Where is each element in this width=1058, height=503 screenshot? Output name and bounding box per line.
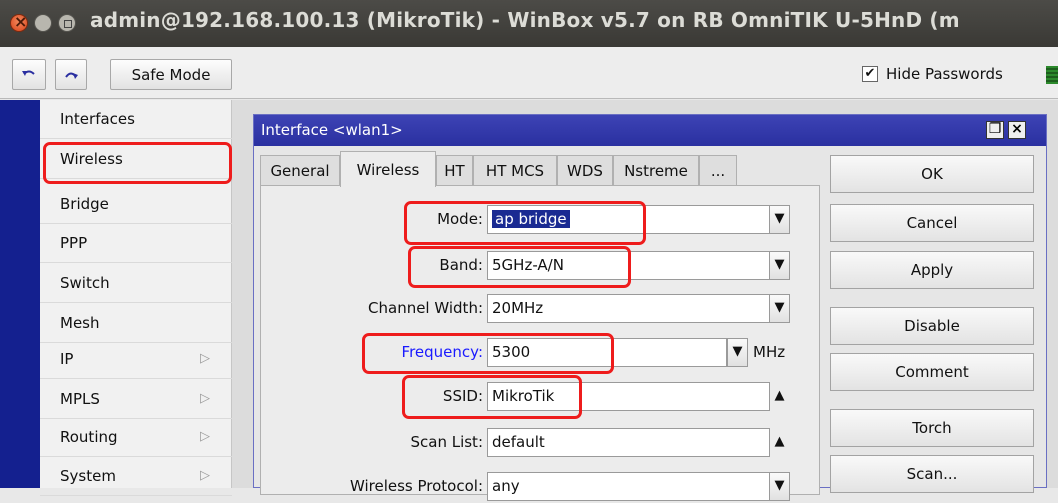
dialog-title: Interface <wlan1> (261, 121, 403, 139)
sidebar-item-switch[interactable]: Switch (40, 264, 232, 303)
tab-wds[interactable]: WDS (557, 155, 613, 185)
submenu-arrow-icon: ▷ (200, 391, 210, 406)
sidebar-item-label: Mesh (60, 314, 100, 332)
highlight-mode (404, 201, 646, 245)
sidebar-item-label: PPP (60, 234, 88, 252)
sidebar-item-mesh[interactable]: Mesh (40, 304, 232, 343)
dialog-titlebar[interactable]: Interface <wlan1> ❐ × (254, 115, 1046, 146)
sidebar-item-label: Routing (60, 428, 118, 446)
mode-dropdown-icon[interactable]: ▼ (769, 205, 790, 234)
torch-button[interactable]: Torch (830, 409, 1034, 447)
ssid-collapse-icon[interactable]: ▲ (769, 382, 790, 411)
tab-wireless[interactable]: Wireless (340, 151, 436, 187)
close-icon[interactable]: × (1008, 121, 1026, 139)
tab-ht[interactable]: HT (436, 155, 473, 185)
redo-button[interactable] (55, 59, 87, 90)
highlight-wireless (43, 142, 232, 184)
sidebar-brand-strip (0, 100, 40, 488)
scan-list-label: Scan List: (410, 433, 483, 451)
tab-ht-mcs[interactable]: HT MCS (473, 155, 557, 185)
channel-width-select[interactable]: 20MHz (487, 294, 770, 323)
sidebar-item-label: Interfaces (60, 110, 135, 128)
sidebar-item-bridge[interactable]: Bridge (40, 185, 232, 224)
tab-general[interactable]: General (260, 155, 340, 185)
hide-passwords-checkbox[interactable]: ✔ (862, 66, 878, 82)
frequency-dropdown-icon[interactable]: ▼ (727, 338, 748, 367)
ok-button[interactable]: OK (830, 155, 1034, 193)
scan-button[interactable]: Scan... (830, 455, 1034, 493)
highlight-ssid (402, 375, 582, 419)
highlight-frequency (362, 333, 614, 374)
window-minimize-button[interactable] (34, 14, 52, 32)
sidebar-item-system[interactable]: System ▷ (40, 457, 232, 496)
disable-button[interactable]: Disable (830, 307, 1034, 345)
submenu-arrow-icon: ▷ (200, 429, 210, 444)
safe-mode-button[interactable]: Safe Mode (110, 59, 232, 90)
channel-width-label: Channel Width: (368, 299, 483, 317)
wireless-protocol-row: Wireless Protocol: any ▼ (261, 470, 821, 503)
hide-passwords-label: Hide Passwords (886, 65, 1003, 83)
scan-list-row: Scan List: default ▲ (261, 426, 821, 459)
window-close-button[interactable] (10, 12, 28, 32)
band-dropdown-icon[interactable]: ▼ (769, 251, 790, 280)
sidebar-item-label: Bridge (60, 195, 109, 213)
sidebar-item-label: IP (60, 350, 74, 368)
sidebar-item-ppp[interactable]: PPP (40, 224, 232, 263)
apply-button[interactable]: Apply (830, 251, 1034, 289)
cpu-indicator-icon (1046, 66, 1058, 84)
tab-nstreme[interactable]: Nstreme (613, 155, 699, 185)
cancel-button[interactable]: Cancel (830, 204, 1034, 242)
sidebar-item-routing[interactable]: Routing ▷ (40, 418, 232, 457)
sidebar-item-ip[interactable]: IP ▷ (40, 340, 232, 379)
sidebar-item-label: System (60, 467, 116, 485)
wireless-protocol-select[interactable]: any (487, 472, 770, 501)
channel-width-row: Channel Width: 20MHz ▼ (261, 292, 821, 325)
undo-button[interactable] (12, 59, 46, 90)
scan-list-collapse-icon[interactable]: ▲ (769, 428, 790, 457)
hide-passwords-toggle[interactable]: ✔ Hide Passwords (862, 65, 1003, 83)
window-maximize-button[interactable] (58, 14, 76, 32)
scan-list-input[interactable]: default (487, 428, 770, 457)
submenu-arrow-icon: ▷ (200, 351, 210, 366)
sidebar-item-label: Switch (60, 274, 110, 292)
tab-more[interactable]: ... (699, 155, 737, 185)
submenu-arrow-icon: ▷ (200, 468, 210, 483)
toolbar: Safe Mode ✔ Hide Passwords (0, 47, 1058, 99)
wireless-protocol-label: Wireless Protocol: (349, 477, 483, 495)
frequency-unit: MHz (753, 343, 786, 361)
redo-icon (65, 72, 78, 79)
interface-dialog: Interface <wlan1> ❐ × General Wireless H… (253, 114, 1047, 501)
highlight-band (408, 246, 631, 288)
channel-width-dropdown-icon[interactable]: ▼ (769, 294, 790, 323)
window-titlebar: admin@192.168.100.13 (MikroTik) - WinBox… (0, 0, 1058, 47)
undo-icon (22, 70, 35, 76)
restore-icon[interactable]: ❐ (986, 121, 1004, 139)
sidebar-item-interfaces[interactable]: Interfaces (40, 100, 232, 139)
wireless-protocol-dropdown-icon[interactable]: ▼ (769, 472, 790, 501)
window-title: admin@192.168.100.13 (MikroTik) - WinBox… (90, 8, 960, 32)
sidebar-item-label: MPLS (60, 390, 100, 408)
sidebar-item-mpls[interactable]: MPLS ▷ (40, 380, 232, 419)
comment-button[interactable]: Comment (830, 353, 1034, 391)
